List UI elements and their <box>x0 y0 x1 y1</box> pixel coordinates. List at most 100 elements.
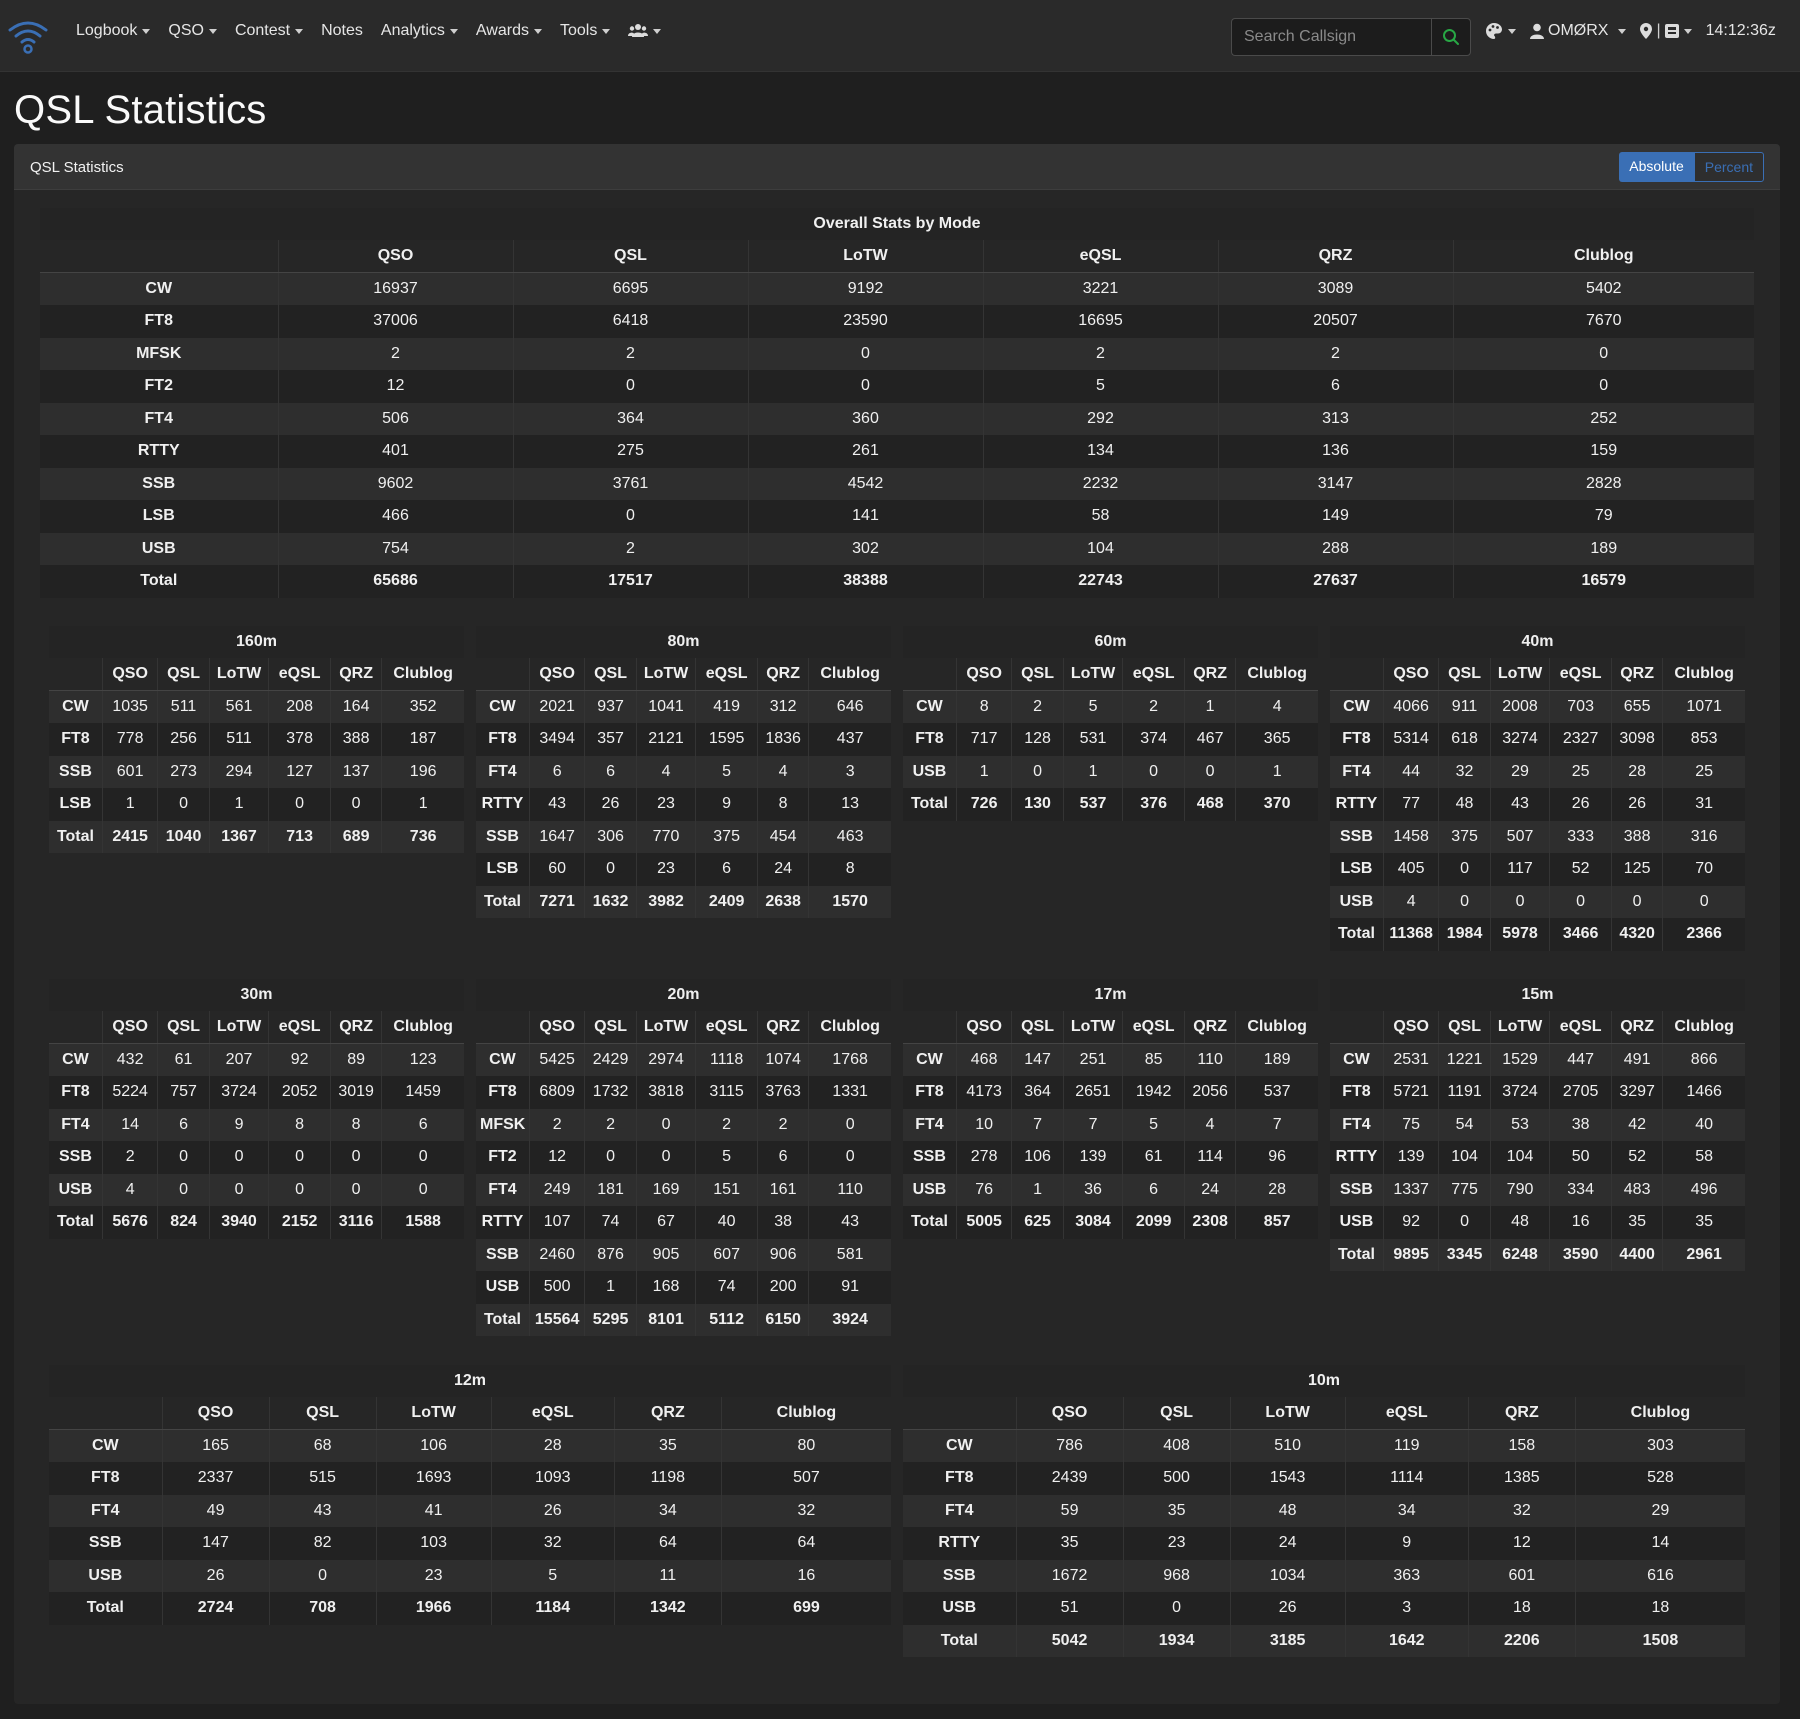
cell-lotw: 24 <box>1230 1527 1346 1560</box>
mode-label: FT4 <box>49 1108 103 1141</box>
column-header-qsl: QSL <box>1438 1011 1491 1044</box>
cell-qrz: 3089 <box>1218 272 1454 305</box>
cell-qrz: 906 <box>757 1238 810 1271</box>
theme-menu[interactable] <box>1485 22 1516 40</box>
column-header-eqsl: eQSL <box>491 1397 615 1430</box>
nav-community[interactable] <box>628 23 662 39</box>
mode-label: USB <box>903 755 957 788</box>
cell-lotw: 41 <box>376 1494 492 1527</box>
cell-qrz: 110 <box>1184 1043 1237 1076</box>
cell-clublog: 0 <box>418 1148 428 1166</box>
mode-label: FT8 <box>49 1076 103 1109</box>
cell-lotw: 3274 <box>1490 723 1551 756</box>
cell-qsl: 0 <box>1438 1206 1491 1239</box>
column-header-clublog: Clublog <box>1575 1397 1745 1430</box>
table-title: 10m <box>903 1365 1745 1397</box>
column-header-clublog: Clublog <box>381 1011 464 1044</box>
utc-clock: 14:12:36z <box>1705 22 1776 39</box>
column-header-lotw: LoTW <box>1063 1011 1124 1044</box>
cell-qso: 726 <box>956 788 1013 821</box>
table-row: LSB 405 0 117 52 125 70 <box>1330 853 1745 886</box>
mode-label: LSB <box>1330 853 1384 886</box>
cell-qso: 754 <box>278 532 514 565</box>
chevron-down-icon <box>1618 28 1627 34</box>
cell-qsl: 408 <box>1123 1429 1231 1462</box>
cell-qso: 6809 <box>529 1076 586 1109</box>
cell-clublog: 5402 <box>1585 280 1622 297</box>
cell-qso: 5042 <box>1016 1624 1124 1657</box>
cell-qrz: 3297 <box>1611 1076 1664 1109</box>
cell-eqsl: 92 <box>268 1043 331 1076</box>
search-button[interactable] <box>1431 18 1471 56</box>
band-table-12m: 12m QSO QSL LoTW eQSL QRZ Clublog CW 165 68 106 28 3… <box>49 1365 891 1625</box>
cell-clublog: 1071 <box>1686 698 1722 715</box>
search-callsign-input[interactable] <box>1231 18 1431 56</box>
nav-tools[interactable]: Tools <box>560 22 611 40</box>
cell-qrz: 27637 <box>1218 565 1454 598</box>
percent-button[interactable]: Percent <box>1693 152 1764 182</box>
cell-qrz: 4 <box>757 755 810 788</box>
nav-qso[interactable]: QSO <box>168 22 217 40</box>
nav-notes[interactable]: Notes <box>321 22 363 40</box>
cell-clublog: 316 <box>1690 827 1718 845</box>
cell-qrz: 388 <box>1611 820 1664 853</box>
cell-lotw: 1529 <box>1490 1043 1551 1076</box>
mode-label: Total <box>903 788 957 821</box>
nav-awards[interactable]: Awards <box>476 22 542 40</box>
mode-label: CW <box>476 690 530 723</box>
cell-clublog: 1459 <box>405 1083 441 1101</box>
mode-label: Total <box>903 1624 1017 1657</box>
cell-eqsl: 52 <box>1549 853 1612 886</box>
cell-qso: 278 <box>956 1141 1013 1174</box>
column-header-eqsl: eQSL <box>1122 1011 1185 1044</box>
cell-eqsl: 34 <box>1345 1494 1469 1527</box>
mode-label: FT8 <box>476 1076 530 1109</box>
total-row: Total 9895 3345 6248 3590 4400 2961 <box>1330 1238 1745 1271</box>
cell-qsl: 876 <box>584 1238 637 1271</box>
wifi-logo-icon[interactable] <box>6 16 50 56</box>
nav-logbook[interactable]: Logbook <box>76 22 151 40</box>
cell-lotw: 511 <box>209 723 270 756</box>
mode-label: USB <box>49 1559 163 1592</box>
cell-qrz: 26 <box>1611 788 1664 821</box>
cell-lotw: 48 <box>1230 1494 1346 1527</box>
cell-qsl: 0 <box>513 500 749 533</box>
cell-qso: 5224 <box>102 1076 159 1109</box>
table-row: SSB 1458 375 507 333 388 316 <box>1330 820 1745 853</box>
cell-clublog: 29 <box>1651 1501 1670 1519</box>
mode-label: MFSK <box>476 1108 530 1141</box>
table-row: RTTY 107 74 67 40 38 43 <box>476 1206 891 1239</box>
cell-eqsl: 16695 <box>983 305 1219 338</box>
user-menu[interactable]: OMØRX <box>1530 22 1627 40</box>
header-row: QSO QSL LoTW eQSL QRZ Clublog <box>49 1397 891 1430</box>
absolute-button[interactable]: Absolute <box>1619 152 1694 182</box>
mode-label: FT8 <box>903 723 957 756</box>
cell-qso: 5425 <box>529 1043 586 1076</box>
nav-analytics[interactable]: Analytics <box>381 22 458 40</box>
table-row: RTTY 401 275 261 134 136 159 <box>40 435 1754 468</box>
column-header-qrz: QRZ <box>1184 1011 1237 1044</box>
cell-qrz: 18 <box>1468 1592 1576 1625</box>
cell-qsl: 2429 <box>584 1043 637 1076</box>
table-row: MFSK 2 2 0 2 2 0 <box>40 337 1754 370</box>
column-header-qso: QSO <box>278 240 514 273</box>
cell-eqsl: 0 <box>1122 755 1185 788</box>
mode-label: USB <box>903 1173 957 1206</box>
cell-qrz: 689 <box>330 820 383 853</box>
cell-qrz: 1 <box>1184 690 1237 723</box>
cell-qsl: 0 <box>1011 755 1064 788</box>
location-station-menu[interactable]: | <box>1640 22 1692 40</box>
mode-label: FT4 <box>476 1173 530 1206</box>
cell-clublog: 159 <box>1590 442 1618 460</box>
cell-eqsl: 3 <box>1345 1592 1469 1625</box>
cell-eqsl: 22743 <box>983 565 1219 598</box>
cell-qrz: 2056 <box>1184 1076 1237 1109</box>
table-row: FT4 506 364 360 292 313 252 <box>40 402 1754 435</box>
column-header-qrz: QRZ <box>1611 658 1664 691</box>
table-row: USB 51 0 26 3 18 18 <box>903 1592 1745 1625</box>
header-row: QSO QSL LoTW eQSL QRZ Clublog <box>903 658 1318 691</box>
table-row: FT4 59 35 48 34 32 29 <box>903 1494 1745 1527</box>
mode-label: SSB <box>476 1238 530 1271</box>
cell-lotw: 3818 <box>636 1076 697 1109</box>
nav-contest[interactable]: Contest <box>235 22 304 40</box>
